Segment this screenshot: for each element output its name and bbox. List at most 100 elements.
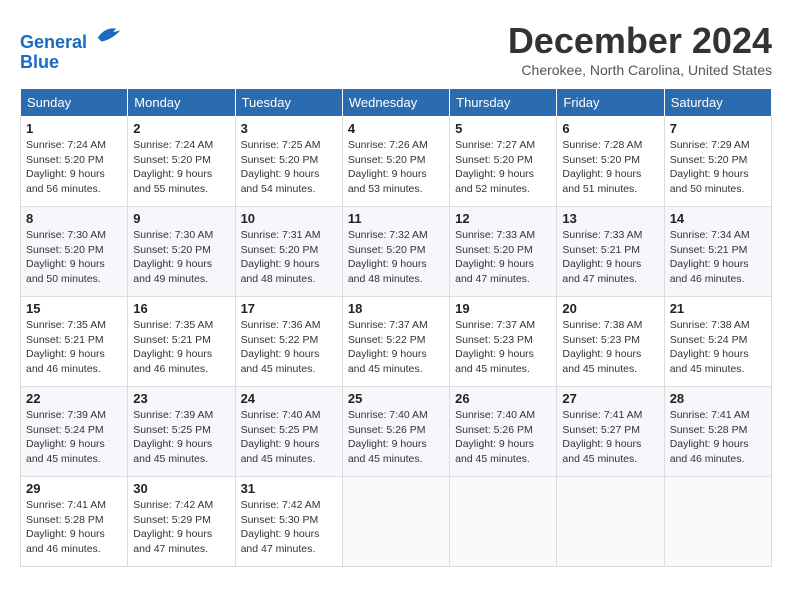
day-number: 21 <box>670 301 766 316</box>
calendar-cell: 6 Sunrise: 7:28 AMSunset: 5:20 PMDayligh… <box>557 117 664 207</box>
day-info: Sunrise: 7:42 AMSunset: 5:30 PMDaylight:… <box>241 499 321 555</box>
calendar-cell: 11 Sunrise: 7:32 AMSunset: 5:20 PMDaylig… <box>342 207 449 297</box>
calendar-cell: 18 Sunrise: 7:37 AMSunset: 5:22 PMDaylig… <box>342 297 449 387</box>
day-number: 12 <box>455 211 551 226</box>
calendar-cell: 17 Sunrise: 7:36 AMSunset: 5:22 PMDaylig… <box>235 297 342 387</box>
calendar-cell: 13 Sunrise: 7:33 AMSunset: 5:21 PMDaylig… <box>557 207 664 297</box>
day-info: Sunrise: 7:35 AMSunset: 5:21 PMDaylight:… <box>133 319 213 375</box>
calendar-cell: 29 Sunrise: 7:41 AMSunset: 5:28 PMDaylig… <box>21 477 128 567</box>
day-info: Sunrise: 7:33 AMSunset: 5:20 PMDaylight:… <box>455 229 535 285</box>
day-info: Sunrise: 7:24 AMSunset: 5:20 PMDaylight:… <box>133 139 213 195</box>
day-number: 1 <box>26 121 122 136</box>
calendar-table: SundayMondayTuesdayWednesdayThursdayFrid… <box>20 88 772 567</box>
day-number: 4 <box>348 121 444 136</box>
day-info: Sunrise: 7:40 AMSunset: 5:26 PMDaylight:… <box>455 409 535 465</box>
day-info: Sunrise: 7:40 AMSunset: 5:25 PMDaylight:… <box>241 409 321 465</box>
day-info: Sunrise: 7:41 AMSunset: 5:28 PMDaylight:… <box>670 409 750 465</box>
calendar-cell: 15 Sunrise: 7:35 AMSunset: 5:21 PMDaylig… <box>21 297 128 387</box>
day-info: Sunrise: 7:42 AMSunset: 5:29 PMDaylight:… <box>133 499 213 555</box>
day-number: 27 <box>562 391 658 406</box>
calendar-cell: 14 Sunrise: 7:34 AMSunset: 5:21 PMDaylig… <box>664 207 771 297</box>
calendar-cell: 10 Sunrise: 7:31 AMSunset: 5:20 PMDaylig… <box>235 207 342 297</box>
day-info: Sunrise: 7:31 AMSunset: 5:20 PMDaylight:… <box>241 229 321 285</box>
day-info: Sunrise: 7:26 AMSunset: 5:20 PMDaylight:… <box>348 139 428 195</box>
calendar-cell: 9 Sunrise: 7:30 AMSunset: 5:20 PMDayligh… <box>128 207 235 297</box>
page-header: General Blue December 2024 Cherokee, Nor… <box>20 20 772 78</box>
day-info: Sunrise: 7:36 AMSunset: 5:22 PMDaylight:… <box>241 319 321 375</box>
day-number: 3 <box>241 121 337 136</box>
location: Cherokee, North Carolina, United States <box>508 62 772 78</box>
day-number: 2 <box>133 121 229 136</box>
day-number: 13 <box>562 211 658 226</box>
calendar-cell: 25 Sunrise: 7:40 AMSunset: 5:26 PMDaylig… <box>342 387 449 477</box>
calendar-cell: 31 Sunrise: 7:42 AMSunset: 5:30 PMDaylig… <box>235 477 342 567</box>
day-info: Sunrise: 7:35 AMSunset: 5:21 PMDaylight:… <box>26 319 106 375</box>
calendar-cell: 5 Sunrise: 7:27 AMSunset: 5:20 PMDayligh… <box>450 117 557 207</box>
day-number: 28 <box>670 391 766 406</box>
day-number: 9 <box>133 211 229 226</box>
day-number: 6 <box>562 121 658 136</box>
calendar-cell: 19 Sunrise: 7:37 AMSunset: 5:23 PMDaylig… <box>450 297 557 387</box>
calendar-cell: 3 Sunrise: 7:25 AMSunset: 5:20 PMDayligh… <box>235 117 342 207</box>
day-info: Sunrise: 7:39 AMSunset: 5:25 PMDaylight:… <box>133 409 213 465</box>
day-number: 19 <box>455 301 551 316</box>
day-info: Sunrise: 7:37 AMSunset: 5:22 PMDaylight:… <box>348 319 428 375</box>
day-info: Sunrise: 7:28 AMSunset: 5:20 PMDaylight:… <box>562 139 642 195</box>
calendar-cell: 28 Sunrise: 7:41 AMSunset: 5:28 PMDaylig… <box>664 387 771 477</box>
calendar-cell: 16 Sunrise: 7:35 AMSunset: 5:21 PMDaylig… <box>128 297 235 387</box>
day-number: 11 <box>348 211 444 226</box>
calendar-cell: 8 Sunrise: 7:30 AMSunset: 5:20 PMDayligh… <box>21 207 128 297</box>
day-info: Sunrise: 7:41 AMSunset: 5:28 PMDaylight:… <box>26 499 106 555</box>
calendar-cell: 22 Sunrise: 7:39 AMSunset: 5:24 PMDaylig… <box>21 387 128 477</box>
calendar-week-row: 15 Sunrise: 7:35 AMSunset: 5:21 PMDaylig… <box>21 297 772 387</box>
header-saturday: Saturday <box>664 89 771 117</box>
day-info: Sunrise: 7:32 AMSunset: 5:20 PMDaylight:… <box>348 229 428 285</box>
calendar-cell: 23 Sunrise: 7:39 AMSunset: 5:25 PMDaylig… <box>128 387 235 477</box>
calendar-cell: 1 Sunrise: 7:24 AMSunset: 5:20 PMDayligh… <box>21 117 128 207</box>
day-number: 24 <box>241 391 337 406</box>
day-number: 14 <box>670 211 766 226</box>
day-info: Sunrise: 7:41 AMSunset: 5:27 PMDaylight:… <box>562 409 642 465</box>
header-thursday: Thursday <box>450 89 557 117</box>
calendar-cell: 21 Sunrise: 7:38 AMSunset: 5:24 PMDaylig… <box>664 297 771 387</box>
header-monday: Monday <box>128 89 235 117</box>
day-number: 7 <box>670 121 766 136</box>
day-info: Sunrise: 7:38 AMSunset: 5:24 PMDaylight:… <box>670 319 750 375</box>
calendar-header-row: SundayMondayTuesdayWednesdayThursdayFrid… <box>21 89 772 117</box>
calendar-cell: 20 Sunrise: 7:38 AMSunset: 5:23 PMDaylig… <box>557 297 664 387</box>
header-tuesday: Tuesday <box>235 89 342 117</box>
month-title: December 2024 <box>508 20 772 62</box>
logo-bird-icon <box>94 20 124 48</box>
day-number: 31 <box>241 481 337 496</box>
calendar-cell <box>664 477 771 567</box>
day-number: 20 <box>562 301 658 316</box>
header-sunday: Sunday <box>21 89 128 117</box>
day-number: 29 <box>26 481 122 496</box>
day-number: 23 <box>133 391 229 406</box>
calendar-cell <box>342 477 449 567</box>
calendar-week-row: 8 Sunrise: 7:30 AMSunset: 5:20 PMDayligh… <box>21 207 772 297</box>
day-info: Sunrise: 7:29 AMSunset: 5:20 PMDaylight:… <box>670 139 750 195</box>
day-number: 18 <box>348 301 444 316</box>
calendar-cell: 27 Sunrise: 7:41 AMSunset: 5:27 PMDaylig… <box>557 387 664 477</box>
day-info: Sunrise: 7:33 AMSunset: 5:21 PMDaylight:… <box>562 229 642 285</box>
calendar-cell: 26 Sunrise: 7:40 AMSunset: 5:26 PMDaylig… <box>450 387 557 477</box>
day-info: Sunrise: 7:27 AMSunset: 5:20 PMDaylight:… <box>455 139 535 195</box>
day-number: 26 <box>455 391 551 406</box>
day-number: 8 <box>26 211 122 226</box>
day-info: Sunrise: 7:30 AMSunset: 5:20 PMDaylight:… <box>133 229 213 285</box>
day-number: 10 <box>241 211 337 226</box>
calendar-cell: 2 Sunrise: 7:24 AMSunset: 5:20 PMDayligh… <box>128 117 235 207</box>
day-info: Sunrise: 7:34 AMSunset: 5:21 PMDaylight:… <box>670 229 750 285</box>
calendar-cell: 7 Sunrise: 7:29 AMSunset: 5:20 PMDayligh… <box>664 117 771 207</box>
day-info: Sunrise: 7:40 AMSunset: 5:26 PMDaylight:… <box>348 409 428 465</box>
calendar-cell: 30 Sunrise: 7:42 AMSunset: 5:29 PMDaylig… <box>128 477 235 567</box>
day-info: Sunrise: 7:39 AMSunset: 5:24 PMDaylight:… <box>26 409 106 465</box>
day-info: Sunrise: 7:38 AMSunset: 5:23 PMDaylight:… <box>562 319 642 375</box>
calendar-cell <box>557 477 664 567</box>
logo-text: General Blue <box>20 20 124 73</box>
calendar-week-row: 22 Sunrise: 7:39 AMSunset: 5:24 PMDaylig… <box>21 387 772 477</box>
header-friday: Friday <box>557 89 664 117</box>
calendar-week-row: 1 Sunrise: 7:24 AMSunset: 5:20 PMDayligh… <box>21 117 772 207</box>
day-number: 17 <box>241 301 337 316</box>
